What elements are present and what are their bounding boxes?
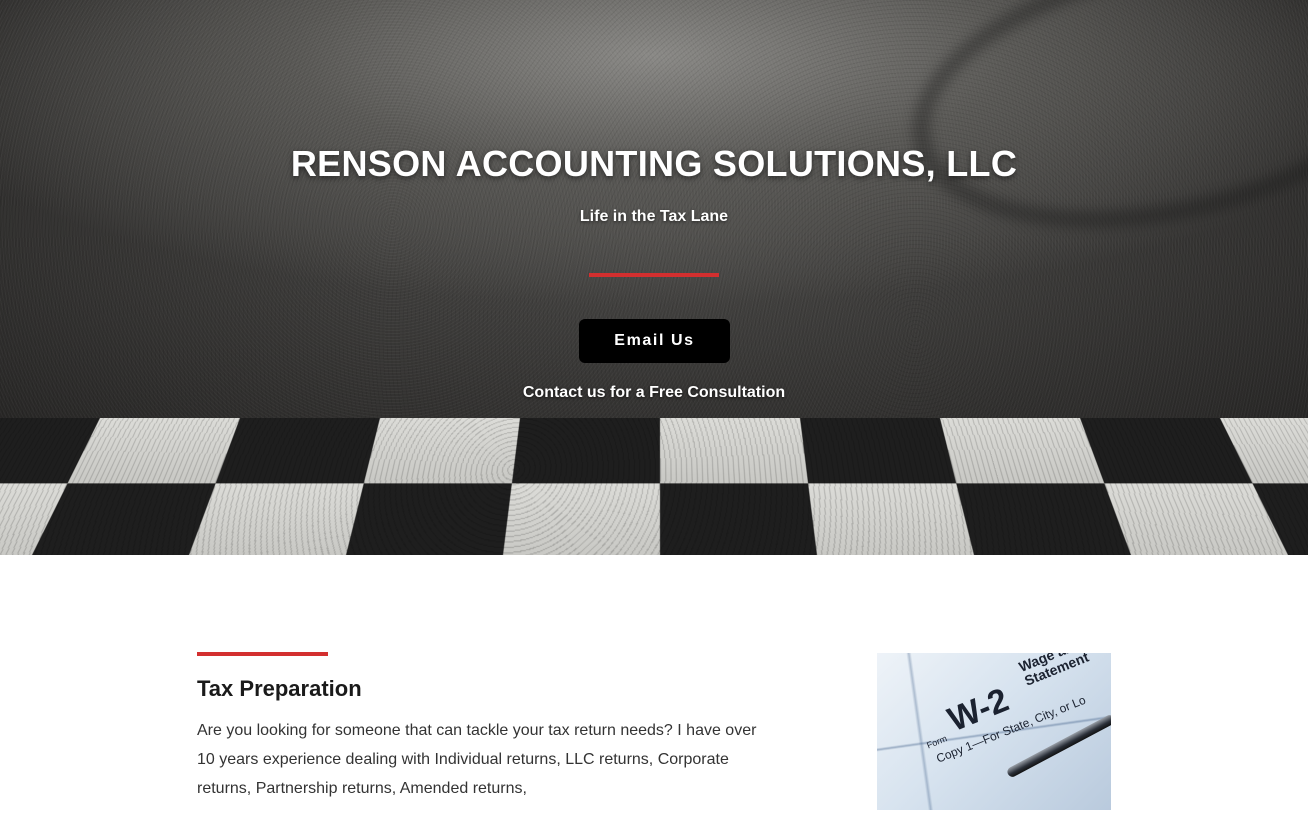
section-body: Are you looking for someone that can tac… <box>197 722 757 797</box>
hero-banner: RENSON ACCOUNTING SOLUTIONS, LLC Life in… <box>0 0 1308 555</box>
hero-divider <box>589 273 719 277</box>
w2-form-image: Form W-2 Wage and Statement Copy 1—For S… <box>877 653 1111 810</box>
checkered-flag-image <box>0 418 1308 555</box>
site-tagline: Life in the Tax Lane <box>579 208 729 225</box>
hero-background-texture <box>886 0 1308 272</box>
site-title: RENSON ACCOUNTING SOLUTIONS, LLC <box>290 143 1018 184</box>
tax-preparation-section: Tax Preparation Are you looking for some… <box>197 652 767 803</box>
section-title: Tax Preparation <box>197 676 362 701</box>
section-divider <box>197 652 328 656</box>
email-us-button[interactable]: Email Us <box>579 319 730 363</box>
free-consultation-text: Contact us for a Free Consultation <box>522 384 786 401</box>
